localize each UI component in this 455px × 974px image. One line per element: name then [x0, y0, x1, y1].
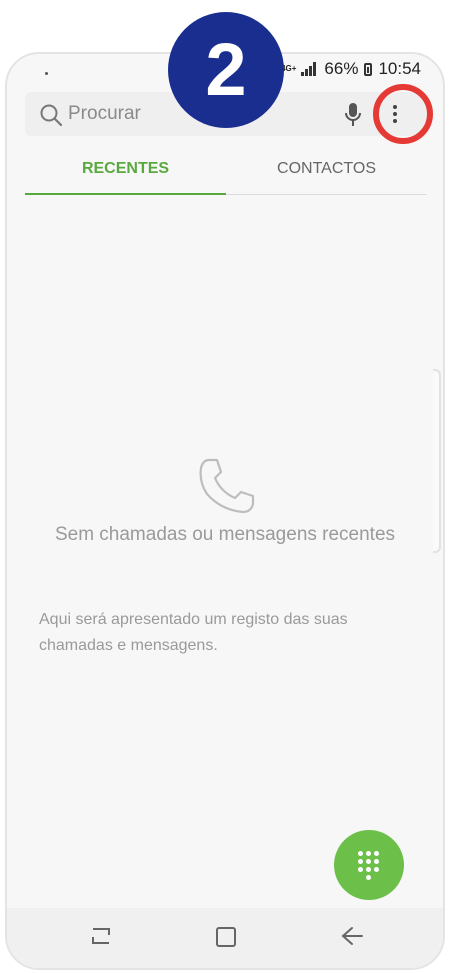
step-badge: 2: [168, 12, 284, 128]
back-icon[interactable]: [340, 926, 364, 946]
battery-icon: [364, 62, 373, 76]
active-tab-indicator: [25, 193, 226, 195]
status-icons: 4G+ 66% 10:54: [281, 59, 421, 79]
highlight-circle: [373, 84, 433, 144]
recent-apps-icon[interactable]: [89, 926, 113, 946]
navigation-bar: [7, 908, 443, 968]
tab-bar: RECENTES CONTACTOS: [25, 150, 427, 195]
tab-contactos[interactable]: CONTACTOS: [226, 160, 427, 178]
notification-dot: [45, 72, 48, 75]
dialpad-icon: [358, 851, 380, 880]
phone-icon: [199, 458, 255, 514]
phone-screen: 4G+ 66% 10:54 Procurar RECENTES CONTACTO…: [5, 52, 445, 970]
signal-icon: [301, 62, 317, 76]
search-icon: [40, 104, 63, 127]
clock: 10:54: [378, 59, 421, 78]
tab-recentes[interactable]: RECENTES: [25, 160, 226, 178]
dialpad-button[interactable]: [334, 830, 404, 900]
search-input[interactable]: Procurar: [68, 103, 141, 125]
battery-percent: 66%: [324, 59, 359, 78]
empty-state-description: Aqui será apresentado um registo das sua…: [39, 611, 348, 654]
empty-state-title: Sem chamadas ou mensagens recentes: [54, 524, 396, 545]
mic-icon[interactable]: [343, 102, 363, 128]
home-icon[interactable]: [215, 926, 237, 948]
